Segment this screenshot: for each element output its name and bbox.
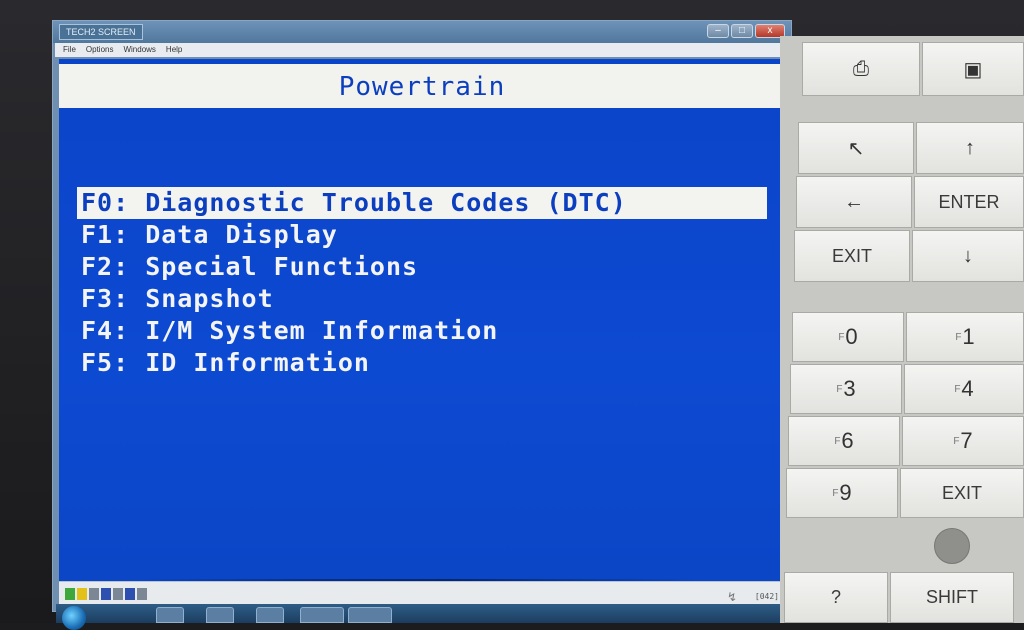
- arrow-up-left-icon: ↖: [847, 137, 865, 160]
- menu-item-f4-im-system-info[interactable]: F4: I/M System Information: [77, 315, 767, 347]
- shift-key[interactable]: SHIFT: [890, 572, 1014, 623]
- f7-label: 7: [960, 428, 973, 453]
- status-connector-icon-3: [137, 588, 147, 600]
- f4-label: 4: [961, 376, 974, 401]
- exit-key[interactable]: EXIT: [794, 230, 910, 282]
- arrow-up-icon: ↑: [965, 136, 975, 159]
- tech2-screen: Powertrain F0: Diagnostic Trouble Codes …: [59, 59, 785, 581]
- status-signal-icon: [65, 588, 75, 600]
- status-connector-icon: [89, 588, 99, 600]
- status-icons: [65, 588, 147, 600]
- f1-key[interactable]: F 1: [906, 312, 1024, 362]
- minimize-button[interactable]: –: [707, 24, 729, 38]
- status-code: [042]: [754, 592, 779, 601]
- menu-item-f2-special-functions[interactable]: F2: Special Functions: [77, 251, 767, 283]
- menu-item-f0-dtc[interactable]: F0: Diagnostic Trouble Codes (DTC): [77, 187, 767, 219]
- f6-key[interactable]: F 6: [788, 416, 900, 466]
- arrow-up-left-key[interactable]: ↖: [798, 122, 914, 174]
- arrow-left-icon: ←: [844, 190, 864, 213]
- window-controls: – □ x: [707, 24, 785, 38]
- menu-bar: File Options Windows Help: [55, 43, 789, 57]
- f-prefix-label: F: [838, 331, 845, 343]
- tech2-window: TECH2 SCREEN – □ x File Options Windows …: [52, 20, 792, 612]
- taskbar: [56, 604, 792, 630]
- desktop: TECH2 SCREEN – □ x File Options Windows …: [0, 0, 1024, 630]
- f3-label: 3: [843, 376, 856, 401]
- page-title: Powertrain: [338, 72, 506, 102]
- power-key[interactable]: [934, 528, 970, 564]
- status-link-icon: [101, 588, 111, 600]
- camera-icon: ▣: [963, 58, 983, 81]
- window-title: TECH2 SCREEN: [59, 24, 143, 40]
- menu-help[interactable]: Help: [166, 43, 182, 57]
- camera-key[interactable]: ▣: [922, 42, 1024, 96]
- f6-label: 6: [841, 428, 854, 453]
- arrow-up-key[interactable]: ↑: [916, 122, 1024, 174]
- help-key[interactable]: ?: [784, 572, 888, 623]
- taskbar-item[interactable]: [300, 607, 344, 623]
- f9-label: 9: [839, 480, 852, 505]
- f-prefix-label: F: [836, 383, 843, 395]
- f4-key[interactable]: F 4: [904, 364, 1024, 414]
- status-battery-icon: [77, 588, 87, 600]
- menu-item-f1-data-display[interactable]: F1: Data Display: [77, 219, 767, 251]
- f-prefix-label: F: [832, 487, 839, 499]
- print-key[interactable]: ⎙: [802, 42, 920, 96]
- start-button[interactable]: [62, 606, 86, 630]
- status-link-icon-2: [125, 588, 135, 600]
- f-prefix-label: F: [955, 331, 962, 343]
- f-prefix-label: F: [954, 383, 961, 395]
- menu-file[interactable]: File: [63, 43, 76, 57]
- f-prefix-label: F: [953, 435, 960, 447]
- printer-icon: ⎙: [853, 57, 869, 80]
- f1-label: 1: [962, 324, 975, 349]
- menu-item-f5-id-info[interactable]: F5: ID Information: [77, 347, 767, 379]
- f9-key[interactable]: F 9: [786, 468, 898, 518]
- screen-header: Powertrain: [59, 64, 785, 108]
- status-connector-icon-2: [113, 588, 123, 600]
- keypad: ⎙ ▣ ↖ ↑ ← ENTER EXIT ↓ F 0 F 1 F 3 F 4 F…: [780, 36, 1024, 623]
- f-prefix-label: F: [834, 435, 841, 447]
- f0-label: 0: [845, 324, 858, 349]
- function-menu: F0: Diagnostic Trouble Codes (DTC) F1: D…: [77, 187, 767, 379]
- taskbar-item[interactable]: [156, 607, 184, 623]
- maximize-button[interactable]: □: [731, 24, 753, 38]
- exit-key-2[interactable]: EXIT: [900, 468, 1024, 518]
- arrow-down-key[interactable]: ↓: [912, 230, 1024, 282]
- connection-icon: ↯: [726, 590, 737, 604]
- taskbar-item[interactable]: [256, 607, 284, 623]
- enter-key[interactable]: ENTER: [914, 176, 1024, 228]
- taskbar-item[interactable]: [348, 607, 392, 623]
- arrow-down-icon: ↓: [963, 244, 973, 267]
- f0-key[interactable]: F 0: [792, 312, 904, 362]
- f3-key[interactable]: F 3: [790, 364, 902, 414]
- arrow-left-key[interactable]: ←: [796, 176, 912, 228]
- taskbar-item[interactable]: [206, 607, 234, 623]
- menu-windows[interactable]: Windows: [123, 43, 155, 57]
- menu-item-f3-snapshot[interactable]: F3: Snapshot: [77, 283, 767, 315]
- f7-key[interactable]: F 7: [902, 416, 1024, 466]
- menu-options[interactable]: Options: [86, 43, 114, 57]
- window-titlebar[interactable]: TECH2 SCREEN – □ x: [53, 21, 791, 43]
